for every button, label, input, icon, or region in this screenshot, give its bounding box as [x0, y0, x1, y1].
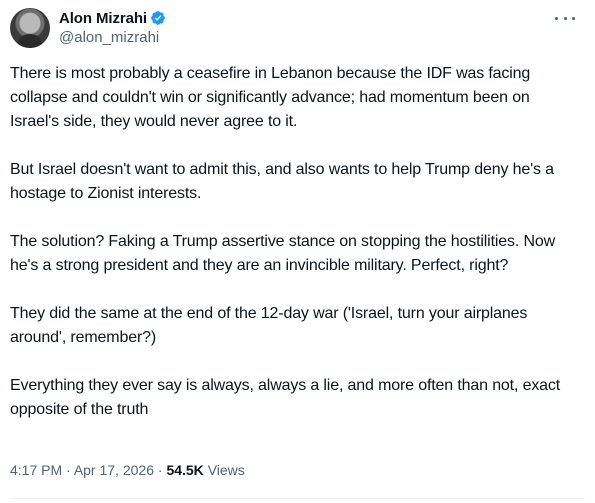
more-dot-icon: [555, 16, 558, 20]
author-names: Alon Mizrahi @alon_mizrahi: [59, 8, 166, 48]
post-date: Apr 17, 2026: [73, 462, 154, 478]
views-count: 54.5K: [166, 462, 204, 478]
views-label: Views: [207, 462, 245, 478]
more-dot-icon: [563, 16, 567, 20]
tweet-text: There is most probably a ceasefire in Le…: [10, 62, 580, 446]
verified-badge-icon: [151, 11, 165, 25]
views-link[interactable]: 54.5K Views: [166, 462, 244, 478]
handle[interactable]: @alon_mizrahi: [59, 28, 166, 48]
meta-separator: ·: [153, 462, 167, 478]
avatar[interactable]: [10, 8, 50, 48]
tweet-paragraph: They did the same at the end of the 12-d…: [10, 305, 528, 346]
tweet-paragraph: But Israel doesn't want to admit this, a…: [10, 161, 554, 202]
tweet-paragraph: Everything they ever say is always, alwa…: [10, 377, 561, 418]
tweet: Alon Mizrahi @alon_mizrahi There is most…: [0, 0, 595, 503]
more-options-button[interactable]: [555, 12, 575, 24]
display-name[interactable]: Alon Mizrahi: [59, 10, 147, 27]
post-time: 4:17 PM: [10, 462, 63, 478]
tweet-header: Alon Mizrahi @alon_mizrahi: [10, 6, 166, 50]
tweet-paragraph: The solution? Faking a Trump assertive s…: [10, 233, 556, 274]
meta-separator: ·: [62, 462, 74, 478]
divider: [10, 498, 585, 499]
timestamp-link[interactable]: 4:17 PM · Apr 17, 2026: [10, 462, 154, 478]
more-dot-icon: [572, 16, 575, 20]
tweet-meta: 4:17 PM · Apr 17, 2026 · 54.5K Views: [10, 460, 245, 480]
tweet-paragraph: There is most probably a ceasefire in Le…: [10, 65, 531, 130]
name-row: Alon Mizrahi: [59, 8, 166, 28]
